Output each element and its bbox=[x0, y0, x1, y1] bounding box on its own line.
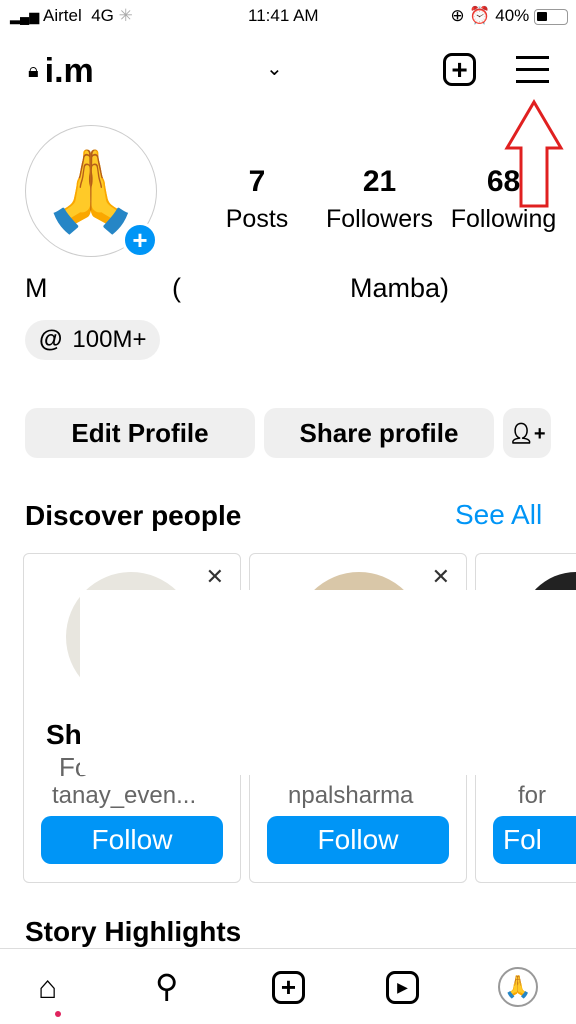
bottom-nav: ⌂ ⚲ + ▶ 🙏 bbox=[0, 948, 576, 1024]
story-highlights-title: Story Highlights bbox=[25, 916, 242, 947]
display-name-last: Mamba) bbox=[350, 273, 450, 303]
rotation-lock-icon: ⊕ bbox=[450, 6, 465, 25]
share-profile-button[interactable]: Share profile bbox=[264, 408, 494, 458]
profile-avatar-icon[interactable]: 🙏 bbox=[498, 967, 538, 1007]
close-icon[interactable]: ✕ bbox=[206, 564, 224, 590]
network: 4G bbox=[91, 6, 114, 25]
search-icon[interactable]: ⚲ bbox=[155, 967, 178, 1005]
following-stat[interactable]: 68 Following bbox=[446, 165, 561, 234]
threads-icon: @ bbox=[39, 326, 63, 353]
battery-percent: 40% bbox=[495, 6, 530, 25]
suggestion-username: for bbox=[518, 782, 547, 809]
reels-icon[interactable]: ▶ bbox=[386, 971, 419, 1004]
threads-badge[interactable]: @ 100M+ bbox=[25, 320, 161, 360]
battery-icon bbox=[534, 8, 568, 25]
posts-stat[interactable]: 7 Posts bbox=[218, 165, 296, 234]
see-all-link[interactable]: See All bbox=[455, 499, 542, 531]
notification-dot bbox=[55, 1011, 61, 1017]
clock: 11:41 AM bbox=[248, 6, 319, 25]
add-person-icon[interactable]: 👤︎+ bbox=[503, 408, 551, 458]
add-story-icon[interactable]: + bbox=[122, 222, 158, 258]
status-right: ⊕ ⏰ 40% bbox=[450, 6, 568, 26]
alarm-icon: ⏰ bbox=[469, 6, 491, 25]
status-left: ▂▄▆ Airtel 4G ✳ bbox=[10, 6, 133, 26]
chevron-down-icon[interactable]: ⌄ bbox=[266, 56, 283, 81]
carrier: Airtel bbox=[43, 6, 82, 25]
followers-stat[interactable]: 21 Followers bbox=[322, 165, 437, 234]
create-icon[interactable]: + bbox=[272, 971, 305, 1004]
hamburger-icon[interactable] bbox=[516, 56, 549, 83]
threads-count: 100M+ bbox=[72, 326, 147, 353]
loading-icon: ✳ bbox=[118, 6, 133, 25]
edit-profile-button[interactable]: Edit Profile bbox=[25, 408, 255, 458]
suggestion-name: Sh bbox=[46, 719, 82, 750]
plus-square-icon[interactable]: + bbox=[443, 53, 476, 86]
redaction-box bbox=[80, 590, 576, 775]
home-icon[interactable]: ⌂ bbox=[38, 969, 57, 1006]
discover-title: Discover people bbox=[25, 500, 242, 531]
close-icon[interactable]: ✕ bbox=[432, 564, 450, 590]
signal-icon: ▂▄▆ bbox=[10, 9, 40, 24]
lock-icon: 🔒︎ bbox=[28, 60, 39, 82]
suggestion-username: tanay_even... bbox=[52, 782, 197, 809]
display-name-first: M bbox=[25, 273, 48, 303]
follow-button[interactable]: Fol bbox=[493, 816, 576, 864]
display-name-paren: ( bbox=[172, 273, 181, 303]
account-switcher[interactable]: 🔒︎ i.m bbox=[28, 52, 94, 91]
username: i.m bbox=[44, 52, 94, 90]
follow-button[interactable]: Follow bbox=[267, 816, 449, 864]
follow-button[interactable]: Follow bbox=[41, 816, 223, 864]
suggestion-username: npalsharma bbox=[288, 782, 414, 809]
